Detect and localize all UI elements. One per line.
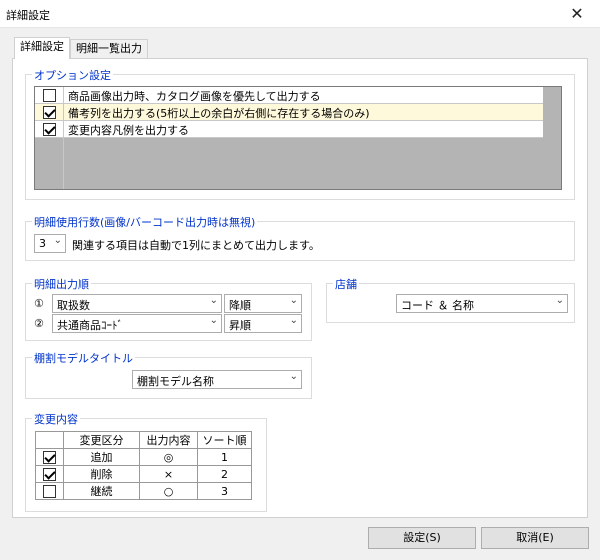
option-checkbox-3[interactable] (42, 122, 56, 136)
tab-detail-list-output[interactable]: 明細一覧出力 (70, 39, 148, 59)
header-check (35, 431, 64, 449)
change-checkbox-continue[interactable] (43, 484, 56, 498)
change-sort[interactable]: 2 (197, 465, 252, 483)
table-row[interactable]: 追加 ◎ 1 (35, 448, 252, 466)
header-category: 変更区分 (63, 431, 140, 449)
chevron-down-icon: ⌄ (289, 315, 298, 326)
model-title-select[interactable]: 棚割モデル名称 ⌄ (132, 370, 302, 389)
option-item[interactable]: 備考列を出力する(5桁以上の余白が右側に存在する場合のみ) (35, 104, 543, 121)
rows-count-value: 3 (39, 237, 46, 250)
change-sort[interactable]: 3 (197, 482, 252, 500)
window-title: 詳細設定 (6, 9, 50, 22)
order-group-title: 明細出力順 (32, 276, 91, 292)
header-output: 出力内容 (139, 431, 198, 449)
change-symbol[interactable]: ◎ (139, 448, 198, 466)
chevron-down-icon: ⌄ (53, 235, 62, 246)
cancel-button[interactable]: 取消(E) (481, 527, 589, 549)
chevron-down-icon: ⌄ (289, 295, 298, 306)
order-direction-select-1[interactable]: 降順 ⌄ (224, 294, 302, 313)
chevron-down-icon: ⌄ (209, 315, 218, 326)
table-row[interactable]: 削除 × 2 (35, 465, 252, 483)
header-sort: ソート順 (197, 431, 252, 449)
order-field-select-2[interactable]: 共通商品ｺｰﾄﾞ ⌄ (52, 314, 222, 333)
option-label: 備考列を出力する(5桁以上の余白が右側に存在する場合のみ) (68, 107, 370, 120)
rows-setting-note: 関連する項目は自動で1列にまとめて出力します。 (72, 239, 320, 252)
changes-group-title: 変更内容 (32, 411, 80, 427)
option-label: 変更内容凡例を出力する (68, 124, 189, 137)
chevron-down-icon: ⌄ (209, 295, 218, 306)
close-icon[interactable]: ✕ (554, 0, 600, 28)
store-select[interactable]: コード ＆ 名称 ⌄ (396, 294, 568, 313)
rows-count-select[interactable]: 3 ⌄ (34, 234, 66, 253)
change-sort[interactable]: 1 (197, 448, 252, 466)
order-direction-select-2[interactable]: 昇順 ⌄ (224, 314, 302, 333)
order-field-value: 共通商品ｺｰﾄﾞ (57, 319, 123, 332)
model-title-group-title: 棚割モデルタイトル (32, 350, 135, 366)
ok-button[interactable]: 設定(S) (368, 527, 476, 549)
rows-setting-title: 明細使用行数(画像/バーコード出力時は無視) (32, 214, 258, 230)
title-bar: 詳細設定 ✕ (0, 0, 600, 28)
change-symbol[interactable]: ○ (139, 482, 198, 500)
store-group-title: 店舗 (333, 276, 359, 292)
change-symbol[interactable]: × (139, 465, 198, 483)
table-row[interactable]: 継続 ○ 3 (35, 482, 252, 500)
option-checkbox-1[interactable] (42, 88, 56, 102)
change-category: 継続 (63, 482, 140, 500)
change-checkbox-delete[interactable] (43, 467, 56, 481)
option-label: 商品画像出力時、カタログ画像を優先して出力する (68, 90, 321, 103)
option-checkbox-2[interactable] (42, 105, 56, 119)
order-field-select-1[interactable]: 取扱数 ⌄ (52, 294, 222, 313)
model-title-value: 棚割モデル名称 (137, 375, 214, 388)
options-listbox[interactable]: 商品画像出力時、カタログ画像を優先して出力する 備考列を出力する(5桁以上の余白… (34, 86, 562, 190)
option-item[interactable]: 変更内容凡例を出力する (35, 121, 543, 138)
list-empty-area (35, 138, 64, 189)
change-category: 削除 (63, 465, 140, 483)
order-marker-1: ① (34, 297, 44, 310)
changes-header-row: 変更区分 出力内容 ソート順 (35, 431, 252, 449)
chevron-down-icon: ⌄ (289, 371, 298, 382)
changes-table: 変更区分 出力内容 ソート順 追加 ◎ 1 削除 × 2 継続 ○ 3 (35, 431, 252, 500)
option-item[interactable]: 商品画像出力時、カタログ画像を優先して出力する (35, 87, 543, 104)
change-checkbox-add[interactable] (43, 450, 56, 464)
tab-detail-settings[interactable]: 詳細設定 (14, 37, 70, 59)
options-group-title: オプション設定 (32, 67, 113, 83)
order-direction-value: 昇順 (229, 319, 251, 332)
change-category: 追加 (63, 448, 140, 466)
chevron-down-icon: ⌄ (555, 295, 564, 306)
order-direction-value: 降順 (229, 299, 251, 312)
order-field-value: 取扱数 (57, 299, 90, 312)
order-marker-2: ② (34, 317, 44, 330)
store-value: コード ＆ 名称 (401, 299, 474, 312)
